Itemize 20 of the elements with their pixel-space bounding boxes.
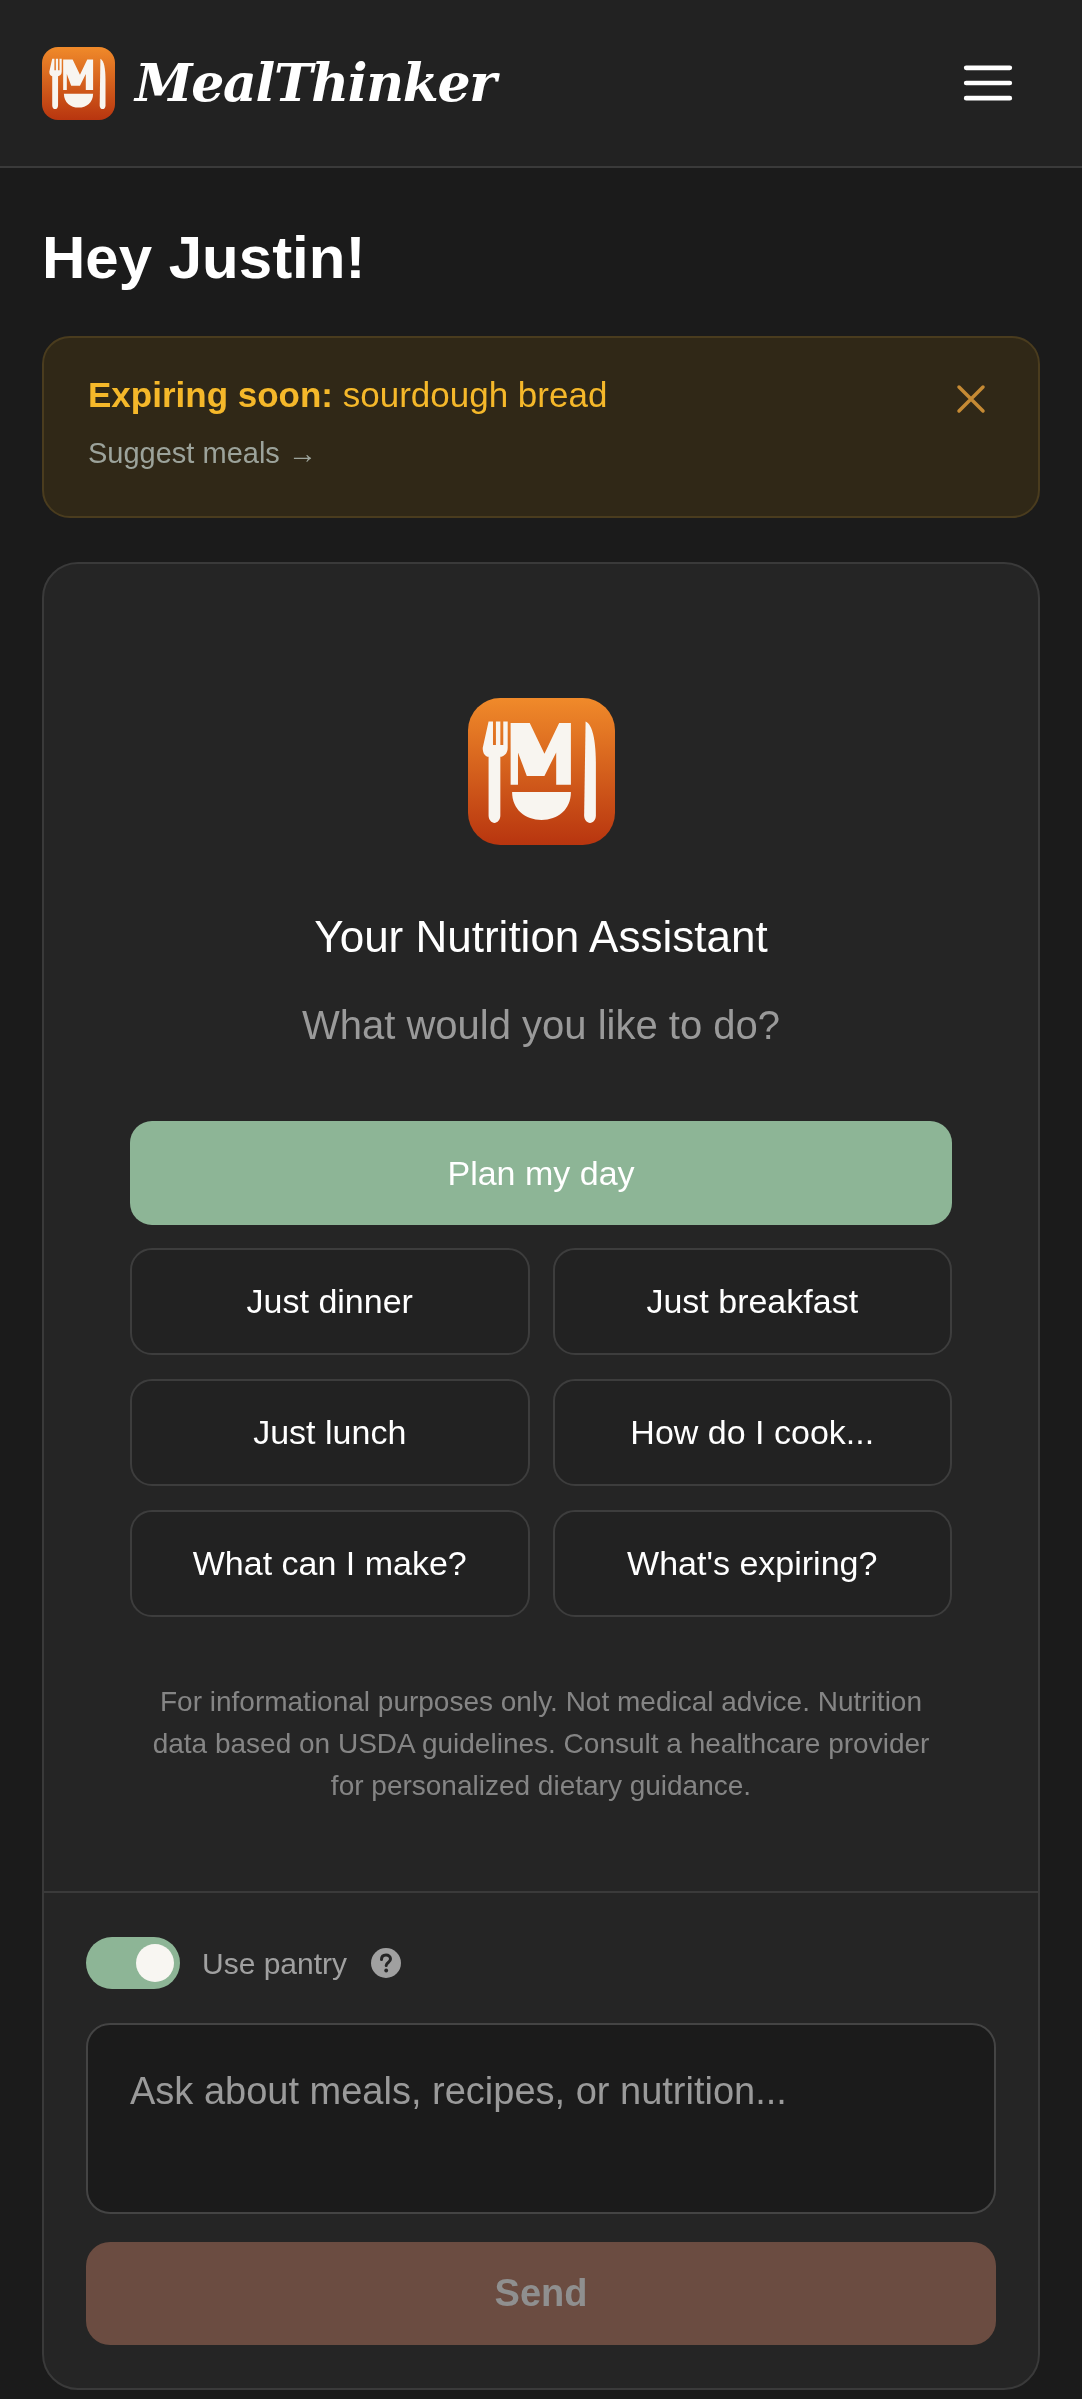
alert-message: Expiring soon: sourdough bread	[88, 374, 608, 416]
quick-action-button[interactable]: What can I make?	[130, 1510, 530, 1617]
assistant-logo-icon	[467, 698, 615, 845]
toggle-label: Use pantry	[202, 1945, 348, 1982]
quick-action-button[interactable]: What's expiring?	[552, 1510, 952, 1617]
pantry-toggle[interactable]	[86, 1937, 180, 1989]
close-icon	[956, 384, 986, 414]
menu-icon	[962, 65, 1014, 101]
suggest-meals-link[interactable]: Suggest meals →	[88, 432, 317, 476]
greeting: Hey Justin!	[42, 223, 367, 293]
help-icon[interactable]	[371, 1948, 402, 1978]
quick-action-button[interactable]: Just dinner	[130, 1248, 530, 1355]
assistant-title: Your Nutrition Assistant	[314, 911, 768, 963]
quick-action-button[interactable]: Just lunch	[130, 1379, 530, 1486]
app-logo-icon	[42, 46, 115, 120]
assistant-subtitle: What would you like to do?	[301, 1002, 780, 1049]
disclaimer: For informational purposes only. Not medical advice. Nutrition data based on USDA guidelines. Consult a healthcare provider for personalized dietary guidance.	[151, 1685, 931, 1803]
message-input[interactable]: Ask about meals, recipes, or nutrition...	[86, 2023, 996, 2214]
quick-action-button[interactable]: Just breakfast	[552, 1248, 952, 1355]
quick-action-button[interactable]: How do I cook...	[552, 1379, 952, 1486]
